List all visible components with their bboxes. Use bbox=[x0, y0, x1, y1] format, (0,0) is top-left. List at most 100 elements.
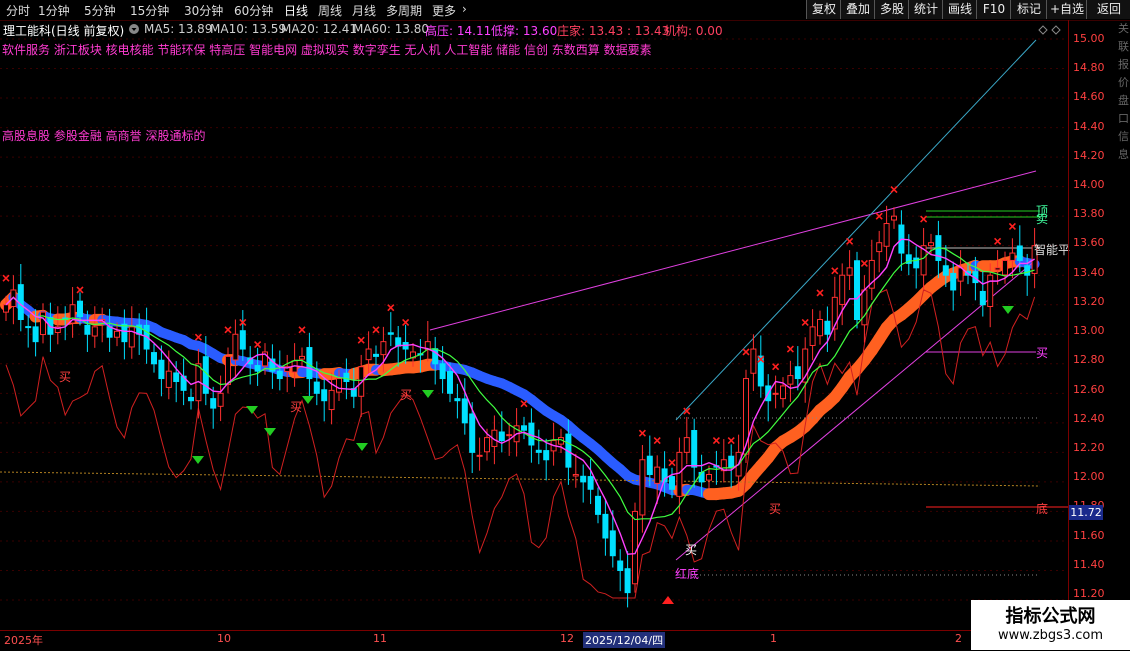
x-marker bbox=[832, 268, 838, 274]
sell-triangle bbox=[302, 396, 314, 404]
date-axis: 2025年 10 11 12 2025/12/04/四 1 2 bbox=[0, 630, 1068, 651]
side-tab[interactable]: 息 bbox=[1118, 146, 1130, 164]
candle-body bbox=[329, 390, 334, 409]
candle-body bbox=[240, 331, 245, 349]
x-marker bbox=[995, 238, 1001, 244]
x-marker bbox=[654, 438, 660, 444]
candle-body bbox=[892, 216, 897, 220]
add-watchlist-button[interactable]: +自选 bbox=[1046, 0, 1087, 19]
candle-body bbox=[129, 327, 134, 347]
draw-line-button[interactable]: 画线 bbox=[942, 0, 977, 19]
candle-body bbox=[929, 243, 934, 246]
period-tab-multi[interactable]: 多周期 bbox=[386, 2, 422, 19]
x-marker bbox=[847, 238, 853, 244]
candle-body bbox=[677, 452, 682, 496]
buy-label: 买 bbox=[400, 386, 412, 403]
chevron-right-icon[interactable]: › bbox=[462, 2, 467, 16]
watermark: 指标公式网 www.zbgs3.com bbox=[971, 600, 1130, 650]
back-button[interactable]: 返回 bbox=[1086, 0, 1130, 19]
mark-button[interactable]: 标记 bbox=[1010, 0, 1047, 19]
candle-body bbox=[855, 261, 860, 320]
price-tick: 12.00 bbox=[1073, 470, 1105, 483]
period-tab-60min[interactable]: 60分钟 bbox=[234, 2, 273, 19]
candle-body bbox=[958, 268, 963, 281]
candle-body bbox=[314, 382, 319, 393]
institution-readout: 机构: 0.00 bbox=[664, 22, 723, 39]
candle-body bbox=[536, 450, 541, 452]
period-tab-1min[interactable]: 1分钟 bbox=[38, 2, 70, 19]
adjust-button[interactable]: 复权 bbox=[806, 0, 841, 19]
side-panel-tabs[interactable]: 关 联 报 价 盘 口 信 息 bbox=[1118, 20, 1130, 620]
candle-body bbox=[4, 305, 9, 312]
side-tab[interactable]: 价 bbox=[1118, 74, 1130, 92]
date-tick: 12 bbox=[560, 632, 574, 645]
x-marker bbox=[255, 342, 261, 348]
candle-body bbox=[810, 327, 815, 346]
red-bottom-label: 红底 bbox=[675, 565, 699, 582]
candle-body bbox=[943, 266, 948, 275]
price-tick: 14.80 bbox=[1073, 61, 1105, 74]
side-tab[interactable]: 联 bbox=[1118, 38, 1130, 56]
period-tab-weekly[interactable]: 周线 bbox=[318, 2, 342, 19]
sell-triangle bbox=[264, 428, 276, 436]
period-tab-fenshi[interactable]: 分时 bbox=[6, 2, 30, 19]
candle-body bbox=[337, 379, 342, 393]
price-chart[interactable] bbox=[0, 38, 1068, 630]
ma10-readout: MA10: 13.59 bbox=[210, 22, 286, 36]
period-tab-30min[interactable]: 30分钟 bbox=[184, 2, 223, 19]
candle-body bbox=[307, 348, 312, 379]
x-marker bbox=[817, 290, 823, 296]
candle-body bbox=[92, 327, 97, 336]
candle-body bbox=[226, 356, 231, 384]
candle-body bbox=[884, 224, 889, 247]
x-marker bbox=[891, 187, 897, 193]
period-tab-monthly[interactable]: 月线 bbox=[352, 2, 376, 19]
buy-label: 买 bbox=[769, 500, 781, 517]
smart-flat-label: 智能平 bbox=[1034, 241, 1070, 258]
candle-body bbox=[847, 268, 852, 275]
watermark-title: 指标公式网 bbox=[971, 602, 1130, 628]
candle-body bbox=[877, 243, 882, 252]
period-tab-5min[interactable]: 5分钟 bbox=[84, 2, 116, 19]
side-tab[interactable]: 报 bbox=[1118, 56, 1130, 74]
side-tab[interactable]: 关 bbox=[1118, 20, 1130, 38]
price-tick: 14.20 bbox=[1073, 149, 1105, 162]
candle-body bbox=[485, 438, 490, 452]
candle-body bbox=[1003, 260, 1008, 274]
date-tick: 10 bbox=[217, 632, 231, 645]
candle-body bbox=[640, 460, 645, 515]
candle-body bbox=[522, 426, 527, 430]
ma5-readout: MA5: 13.89 bbox=[144, 22, 212, 36]
candle-body bbox=[462, 399, 467, 423]
side-tab[interactable]: 口 bbox=[1118, 110, 1130, 128]
gear-icon[interactable] bbox=[128, 23, 140, 38]
f10-button[interactable]: F10 bbox=[976, 0, 1011, 19]
candle-body bbox=[78, 301, 83, 316]
candle-body bbox=[788, 376, 793, 385]
candle-body bbox=[862, 290, 867, 325]
side-tab[interactable]: 盘 bbox=[1118, 92, 1130, 110]
candle-body bbox=[684, 438, 689, 453]
period-tab-15min[interactable]: 15分钟 bbox=[130, 2, 169, 19]
candle-body bbox=[603, 514, 608, 538]
overlay-button[interactable]: 叠加 bbox=[840, 0, 875, 19]
diamond-icon[interactable] bbox=[1038, 24, 1062, 38]
candle-body bbox=[159, 360, 164, 378]
price-tick: 12.60 bbox=[1073, 383, 1105, 396]
bottom-label: 底 bbox=[1036, 500, 1048, 517]
price-tick: 14.60 bbox=[1073, 90, 1105, 103]
candle-body bbox=[85, 325, 90, 334]
candle-body bbox=[174, 373, 179, 382]
statistics-button[interactable]: 统计 bbox=[908, 0, 943, 19]
candle-body bbox=[388, 333, 393, 334]
multi-stock-button[interactable]: 多股 bbox=[874, 0, 909, 19]
period-tab-more[interactable]: 更多 bbox=[432, 2, 456, 19]
candle-body bbox=[189, 397, 194, 400]
x-marker bbox=[403, 319, 409, 325]
sell-label: 卖 bbox=[1036, 210, 1048, 227]
x-marker bbox=[1009, 223, 1015, 229]
ma20-readout: MA20: 12.41 bbox=[281, 22, 357, 36]
period-tab-daily[interactable]: 日线 bbox=[284, 2, 308, 19]
side-tab[interactable]: 信 bbox=[1118, 128, 1130, 146]
candle-body bbox=[618, 561, 623, 570]
